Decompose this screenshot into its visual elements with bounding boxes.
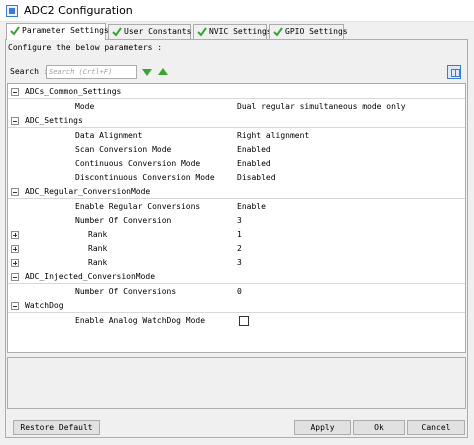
section-title: WatchDog (25, 301, 64, 310)
tab-nvic-settings[interactable]: NVIC Settings (193, 24, 272, 39)
arrow-down-icon[interactable] (141, 66, 153, 78)
param-name: Number Of Conversions (75, 287, 177, 296)
tab-label: User Constants (124, 27, 192, 36)
param-row[interactable]: Number Of Conversion 3 (8, 214, 465, 228)
expand-icon[interactable] (11, 231, 19, 239)
tab-label: Parameter Settings (22, 26, 109, 35)
param-value[interactable]: 3 (237, 256, 242, 270)
param-row[interactable]: Number Of Conversions 0 (8, 285, 465, 299)
cancel-button[interactable]: Cancel (407, 420, 465, 435)
section-title: ADC_Regular_ConversionMode (25, 187, 151, 196)
param-name: Number Of Conversion (75, 216, 172, 225)
param-row[interactable]: Enable Analog WatchDog Mode (8, 314, 465, 328)
window-title: ADC2 Configuration (24, 4, 133, 17)
collapse-icon[interactable] (11, 188, 19, 196)
param-value[interactable]: 2 (237, 242, 242, 256)
check-icon (112, 27, 122, 37)
check-icon (10, 26, 20, 36)
configure-label: Configure the below parameters : (8, 43, 163, 52)
section-adcs-common-settings[interactable]: ADCs_Common_Settings (8, 85, 465, 99)
section-adc-injected-conversionmode[interactable]: ADC_Injected_ConversionMode (8, 270, 465, 284)
section-adc-settings[interactable]: ADC_Settings (8, 114, 465, 128)
rank-row[interactable]: Rank 2 (8, 242, 465, 256)
search-input[interactable] (46, 65, 137, 79)
expand-icon[interactable] (11, 245, 19, 253)
section-title: ADC_Injected_ConversionMode (25, 272, 156, 281)
param-name: Data Alignment (75, 131, 143, 140)
param-row[interactable]: Continuous Conversion Mode Enabled (8, 157, 465, 171)
check-icon (273, 27, 283, 37)
param-value[interactable]: Disabled (237, 171, 276, 185)
param-value[interactable]: 3 (237, 214, 242, 228)
param-row[interactable]: Mode Dual regular simultaneous mode only (8, 100, 465, 114)
param-name: Continuous Conversion Mode (75, 159, 201, 168)
param-name: Enable Analog WatchDog Mode (75, 316, 206, 325)
section-title: ADC_Settings (25, 116, 83, 125)
param-name: Rank (88, 230, 108, 239)
arrow-up-icon[interactable] (157, 66, 169, 78)
tab-label: NVIC Settings (209, 27, 272, 36)
apply-button[interactable]: Apply (294, 420, 351, 435)
search-label: Search : (10, 67, 49, 76)
param-row[interactable]: Enable Regular Conversions Enable (8, 200, 465, 214)
layout-toggle-button[interactable] (447, 65, 461, 79)
rank-row[interactable]: Rank 3 (8, 256, 465, 270)
analog-watchdog-checkbox[interactable] (239, 316, 249, 326)
param-value[interactable]: Enabled (237, 157, 271, 171)
collapse-icon[interactable] (11, 302, 19, 310)
collapse-icon[interactable] (11, 117, 19, 125)
param-name: Enable Regular Conversions (75, 202, 201, 211)
param-row[interactable]: Scan Conversion Mode Enabled (8, 143, 465, 157)
app-icon (6, 5, 18, 17)
param-value[interactable]: Enable (237, 200, 266, 214)
param-name: Mode (75, 102, 95, 111)
ok-button[interactable]: Ok (353, 420, 405, 435)
section-title: ADCs_Common_Settings (25, 87, 122, 96)
param-row[interactable]: Data Alignment Right alignment (8, 129, 465, 143)
tab-parameter-settings[interactable]: Parameter Settings (6, 23, 109, 40)
expand-icon[interactable] (11, 259, 19, 267)
description-box (7, 357, 466, 409)
section-adc-regular-conversionmode[interactable]: ADC_Regular_ConversionMode (8, 185, 465, 199)
param-value[interactable]: Right alignment (237, 129, 309, 143)
parameter-tree: ADCs_Common_Settings Mode Dual regular s… (7, 83, 466, 353)
param-name: Rank (88, 244, 108, 253)
restore-default-button[interactable]: Restore Default (13, 420, 100, 435)
param-value[interactable]: Enabled (237, 143, 271, 157)
collapse-icon[interactable] (11, 88, 19, 96)
section-watchdog[interactable]: WatchDog (8, 299, 465, 313)
rank-row[interactable]: Rank 1 (8, 228, 465, 242)
param-value[interactable]: 0 (237, 285, 242, 299)
collapse-icon[interactable] (11, 273, 19, 281)
tab-gpio-settings[interactable]: GPIO Settings (269, 24, 348, 39)
tab-label: GPIO Settings (285, 27, 348, 36)
param-value[interactable]: 1 (237, 228, 242, 242)
param-name: Discontinuous Conversion Mode (75, 173, 215, 182)
param-value[interactable]: Dual regular simultaneous mode only (237, 100, 406, 114)
param-name: Rank (88, 258, 108, 267)
title-bar: ADC2 Configuration (0, 0, 474, 22)
param-name: Scan Conversion Mode (75, 145, 172, 154)
tab-user-constants[interactable]: User Constants (108, 24, 191, 39)
check-icon (197, 27, 207, 37)
param-row[interactable]: Discontinuous Conversion Mode Disabled (8, 171, 465, 185)
